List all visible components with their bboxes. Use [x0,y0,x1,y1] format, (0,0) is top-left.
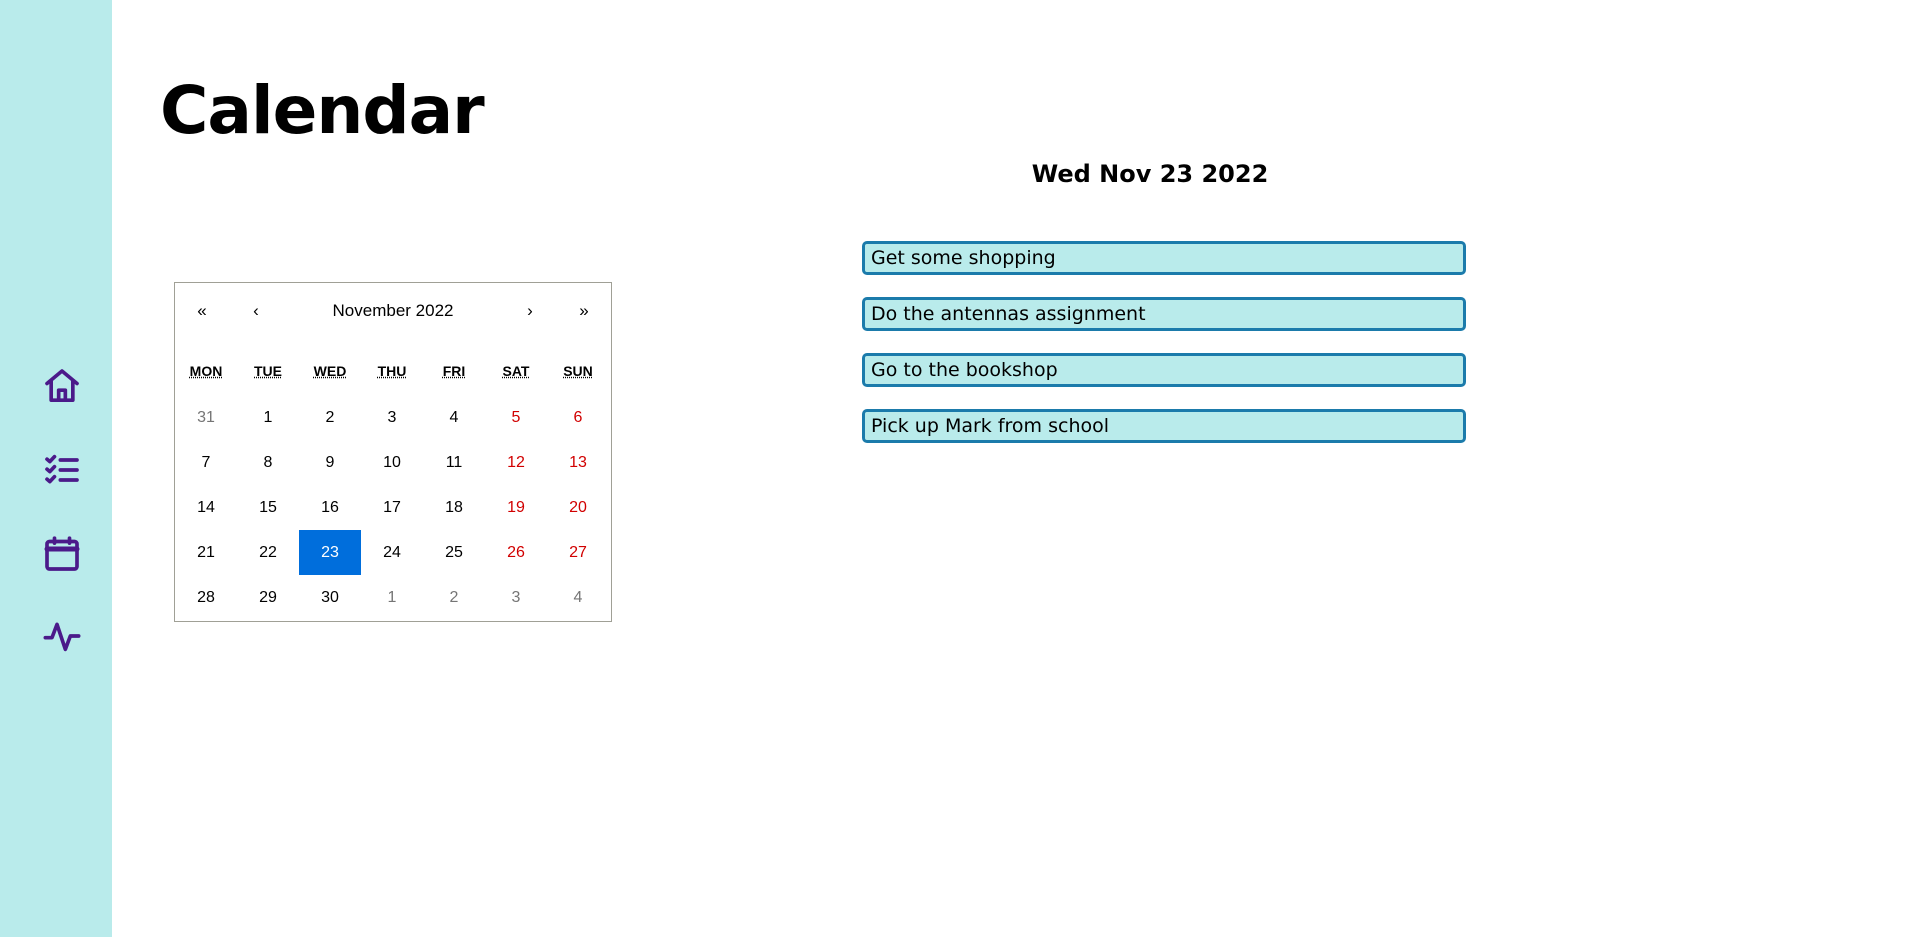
weekday-tue: TUE [254,363,282,379]
day-tile[interactable]: 27 [547,530,609,575]
day-tile[interactable]: 5 [485,395,547,440]
calendar-icon [44,536,80,571]
task-item[interactable]: Get some shopping [862,241,1466,275]
selected-date-heading: Wed Nov 23 2022 [1031,160,1269,188]
sidebar-item-calendar[interactable] [40,532,84,576]
day-tile[interactable]: 24 [361,530,423,575]
sidebar-item-tasks[interactable] [40,448,84,492]
day-tile[interactable]: 25 [423,530,485,575]
sidebar [0,0,112,937]
weekday-mon: MON [189,363,223,379]
next-year-button[interactable]: » [557,295,611,327]
day-tile[interactable]: 21 [175,530,237,575]
day-tile[interactable]: 1 [237,395,299,440]
day-tile[interactable]: 6 [547,395,609,440]
day-tile[interactable]: 26 [485,530,547,575]
day-tile[interactable]: 3 [485,575,547,620]
day-tile[interactable]: 7 [175,440,237,485]
day-tile[interactable]: 4 [423,395,485,440]
day-grid: 31 1 2 3 4 5 6 7 8 9 10 11 12 13 14 15 1… [175,395,611,620]
next-month-button[interactable]: › [503,295,557,327]
day-tile[interactable]: 31 [175,395,237,440]
task-item[interactable]: Go to the bookshop [862,353,1466,387]
day-tile[interactable]: 8 [237,440,299,485]
sidebar-item-home[interactable] [40,364,84,408]
weekday-header: MON TUE WED THU FRI SAT SUN [175,363,611,379]
prev-month-button[interactable]: ‹ [229,295,283,327]
checklist-icon [45,454,79,484]
weekday-thu: THU [377,363,407,379]
weekday-wed: WED [313,363,347,379]
day-tile[interactable]: 19 [485,485,547,530]
day-tile[interactable]: 9 [299,440,361,485]
day-tile[interactable]: 2 [423,575,485,620]
day-tile[interactable]: 17 [361,485,423,530]
day-tile[interactable]: 22 [237,530,299,575]
task-list: Get some shopping Do the antennas assign… [862,241,1466,465]
day-tile[interactable]: 1 [361,575,423,620]
day-tile[interactable]: 2 [299,395,361,440]
task-item[interactable]: Do the antennas assignment [862,297,1466,331]
calendar-navigation: « ‹ November 2022 › » [175,283,611,339]
day-tile[interactable]: 30 [299,575,361,620]
day-tile[interactable]: 4 [547,575,609,620]
weekday-sun: SUN [563,363,593,379]
weekday-fri: FRI [442,363,466,379]
day-tile[interactable]: 29 [237,575,299,620]
task-item[interactable]: Pick up Mark from school [862,409,1466,443]
weekday-sat: SAT [502,363,530,379]
app-root: Calendar « ‹ November 2022 › » MON TUE W… [0,0,1914,937]
day-tile[interactable]: 28 [175,575,237,620]
home-icon [45,369,79,402]
day-tile[interactable]: 12 [485,440,547,485]
day-tile[interactable]: 10 [361,440,423,485]
day-tile[interactable]: 16 [299,485,361,530]
page-title: Calendar [160,72,485,149]
calendar-widget: « ‹ November 2022 › » MON TUE WED THU FR… [174,282,612,622]
day-tile[interactable]: 11 [423,440,485,485]
day-tile[interactable]: 20 [547,485,609,530]
day-tile[interactable]: 14 [175,485,237,530]
day-tile[interactable]: 3 [361,395,423,440]
month-label-button[interactable]: November 2022 [283,295,503,327]
day-tile[interactable]: 15 [237,485,299,530]
prev-year-button[interactable]: « [175,295,229,327]
day-tile[interactable]: 18 [423,485,485,530]
sidebar-item-activity[interactable] [40,614,84,658]
day-tile[interactable]: 13 [547,440,609,485]
day-tile-selected[interactable]: 23 [299,530,361,575]
activity-icon [43,622,81,652]
